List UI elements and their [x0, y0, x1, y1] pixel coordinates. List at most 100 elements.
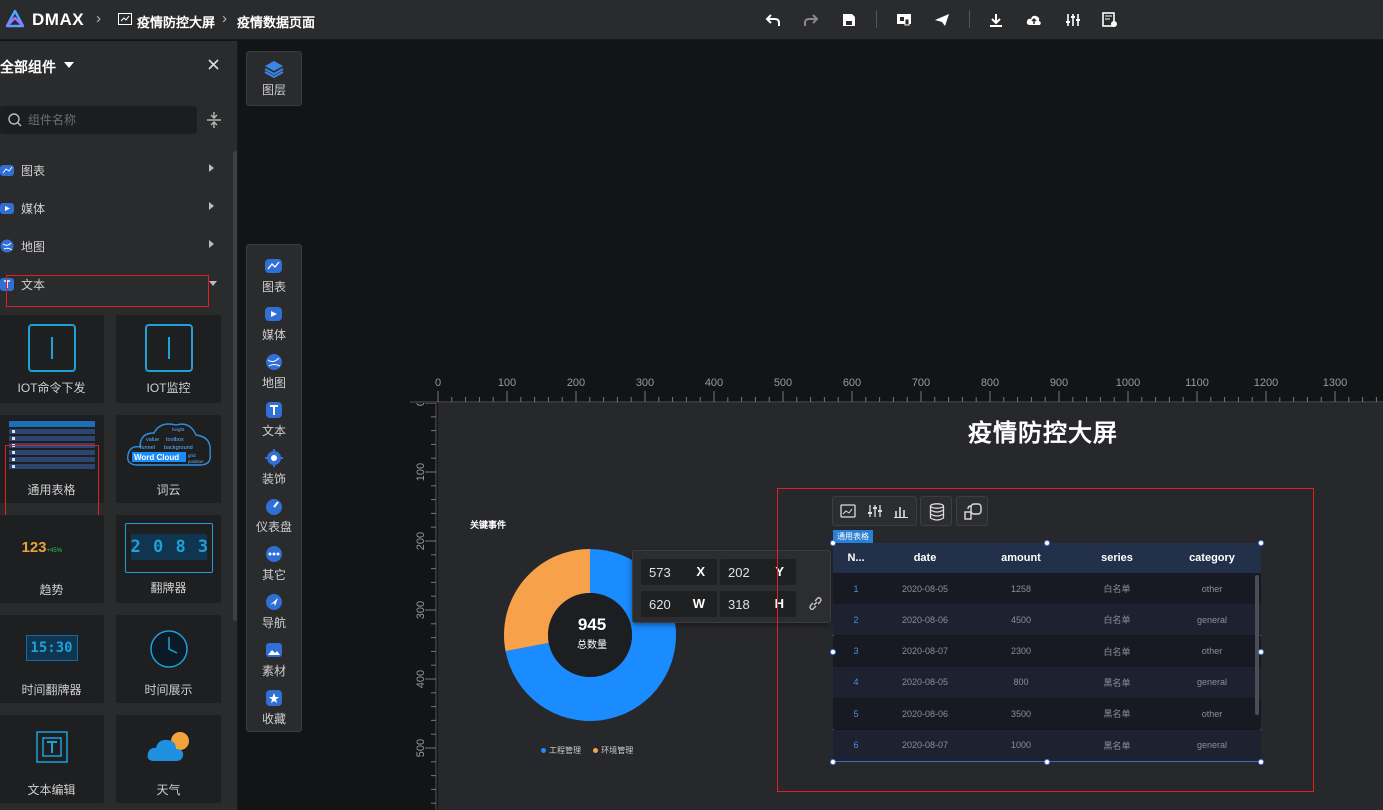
table-row[interactable]: 6 2020-08-07 1000 黑名单 general — [833, 729, 1261, 761]
navigation-icon — [266, 594, 282, 610]
upload-cloud-icon[interactable] — [1024, 10, 1044, 30]
dock-dashboard[interactable]: 仪表盘 — [247, 492, 301, 540]
caret-down-icon — [209, 281, 217, 286]
resize-handle-e[interactable] — [1258, 649, 1264, 655]
ruler-tick-label: 1100 — [1185, 377, 1209, 389]
table-row[interactable]: 5 2020-08-06 3500 黑名单 other — [833, 698, 1261, 730]
caret-down-icon[interactable] — [64, 62, 74, 68]
position-size-popover: 573 X 202 Y 620 W 318 H — [632, 550, 831, 623]
decoration-icon — [265, 449, 283, 467]
component-text-editor[interactable]: 文本编辑 — [0, 715, 104, 803]
dock-map[interactable]: 地图 — [247, 348, 301, 396]
column-header[interactable]: amount — [971, 543, 1071, 573]
table-cell: 3500 — [1010, 708, 1032, 719]
table-cell: 黑名单 — [1103, 740, 1131, 751]
height-field[interactable]: 318 H — [720, 591, 796, 617]
link-icon[interactable] — [808, 596, 823, 611]
column-header[interactable]: date — [879, 543, 971, 573]
undo-icon[interactable] — [763, 10, 783, 30]
sliders-icon[interactable] — [1063, 10, 1083, 30]
preview-icon[interactable] — [894, 10, 914, 30]
database-icon[interactable] — [929, 503, 945, 521]
sliders-icon[interactable] — [867, 504, 883, 518]
column-header[interactable]: series — [1071, 543, 1163, 573]
svg-text:Word Cloud: Word Cloud — [134, 453, 179, 462]
download-icon[interactable] — [986, 10, 1006, 30]
ruler-tick-label: 900 — [1050, 377, 1068, 389]
table-row[interactable]: 4 2020-08-05 800 黑名单 general — [833, 666, 1261, 698]
resize-handle-w[interactable] — [830, 649, 836, 655]
page-settings-icon[interactable] — [1100, 10, 1120, 30]
dock-navigation[interactable]: 导航 — [247, 588, 301, 636]
component-time-display[interactable]: 时间展示 — [116, 615, 221, 703]
table-cell: general — [1196, 614, 1228, 625]
component-general-table[interactable]: 通用表格 — [0, 415, 104, 503]
resize-handle-n[interactable] — [1044, 540, 1050, 546]
component-trend[interactable]: 123+45% 趋势 — [0, 515, 104, 603]
resize-handle-nw[interactable] — [830, 540, 836, 546]
column-header[interactable]: category — [1163, 543, 1261, 573]
media-icon — [265, 307, 282, 321]
save-icon[interactable] — [839, 10, 859, 30]
toolbar-divider — [876, 10, 877, 28]
redo-icon[interactable] — [801, 10, 821, 30]
scrollbar[interactable] — [233, 151, 237, 621]
panel-title[interactable]: 全部组件 — [0, 57, 56, 77]
width-field[interactable]: 620 W — [641, 591, 717, 617]
breadcrumb-project[interactable]: 疫情防控大屏 — [137, 12, 215, 31]
resize-handle-se[interactable] — [1258, 759, 1264, 765]
resize-handle-sw[interactable] — [830, 759, 836, 765]
category-chart[interactable]: 图表 — [0, 151, 225, 189]
top-bar: DMAX › 疫情防控大屏 › 疫情数据页面 — [0, 0, 1383, 40]
column-header[interactable]: N... — [833, 543, 879, 573]
component-iot-monitor[interactable]: IOT监控 — [116, 315, 221, 403]
component-weather[interactable]: 天气 — [116, 715, 221, 803]
breadcrumb-page[interactable]: 疫情数据页面 — [237, 12, 315, 31]
dock-other[interactable]: 其它 — [247, 540, 301, 588]
component-iot-command[interactable]: IOT命令下发 — [0, 315, 104, 403]
category-map[interactable]: 地图 — [0, 227, 225, 265]
ruler-tick-label: 0 — [415, 403, 427, 406]
dock-assets[interactable]: 素材 — [247, 636, 301, 684]
table-cell: 2020-08-06 — [901, 614, 949, 625]
dock-label: 仪表盘 — [255, 520, 292, 534]
close-icon[interactable] — [208, 59, 219, 70]
legend-item[interactable]: 工程管理 — [541, 746, 581, 755]
search-input[interactable] — [28, 106, 188, 134]
dock-decoration[interactable]: 装饰 — [247, 444, 301, 492]
category-media[interactable]: 媒体 — [0, 189, 225, 227]
category-text[interactable]: 文本 — [0, 265, 225, 303]
widget-toolbar-group — [920, 496, 952, 526]
resize-handle-ne[interactable] — [1258, 540, 1264, 546]
component-flip-counter[interactable]: 2 0 8 3 5 翻牌器 — [116, 515, 221, 603]
x-field[interactable]: 573 X — [641, 559, 717, 585]
table-scrollbar[interactable] — [1255, 575, 1259, 715]
legend-item[interactable]: 环境管理 — [593, 746, 633, 755]
dock-layers[interactable]: 图层 — [247, 55, 301, 103]
bar-chart-icon[interactable] — [894, 504, 908, 518]
y-field[interactable]: 202 Y — [720, 559, 796, 585]
dashboard-title[interactable]: 疫情防控大屏 — [968, 413, 1118, 448]
dock-text[interactable]: 文本 — [247, 396, 301, 444]
legend-marker — [541, 748, 546, 753]
dock-label: 文本 — [261, 424, 286, 438]
image-settings-icon[interactable] — [840, 504, 856, 518]
dock-chart[interactable]: 图表 — [247, 252, 301, 300]
collapse-all-icon[interactable] — [206, 111, 222, 129]
component-time-flipper[interactable]: 15:30 时间翻牌器 — [0, 615, 104, 703]
table-row[interactable]: 3 2020-08-07 2300 白名单 other — [833, 635, 1261, 667]
app-name: DMAX — [32, 10, 85, 29]
resize-handle-s[interactable] — [1044, 759, 1050, 765]
table-row[interactable]: 1 2020-08-05 1258 白名单 other — [833, 573, 1261, 604]
publish-icon[interactable] — [932, 10, 952, 30]
dock-media[interactable]: 媒体 — [247, 300, 301, 348]
component-word-cloud[interactable]: Word Cloud value toolbox funnel backgrou… — [116, 415, 221, 503]
interaction-icon[interactable] — [964, 503, 982, 521]
word-cloud-thumb: Word Cloud value toolbox funnel backgrou… — [126, 423, 211, 466]
table-row[interactable]: 2 2020-08-06 4500 白名单 general — [833, 604, 1261, 636]
map-icon — [266, 354, 282, 370]
dock-favorites[interactable]: 收藏 — [247, 684, 301, 732]
table-cell: 白名单 — [1103, 646, 1131, 657]
vertical-ruler: 0 100 200 300 400 500 — [405, 403, 437, 810]
ruler-tick-label: 200 — [567, 377, 585, 389]
